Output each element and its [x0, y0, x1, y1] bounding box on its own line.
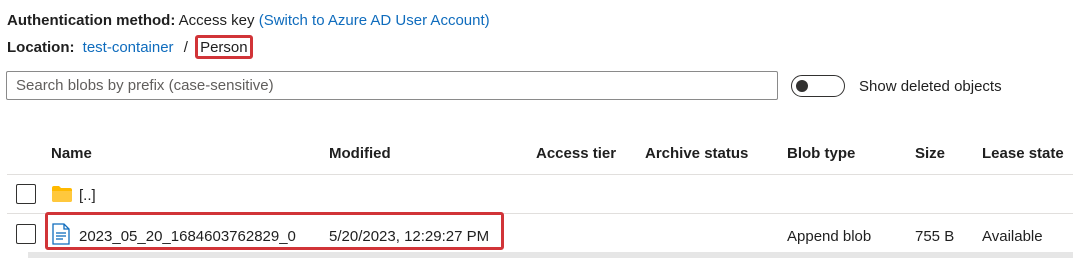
folder-icon	[52, 186, 72, 202]
search-blobs-input[interactable]	[6, 71, 778, 100]
column-header-name[interactable]: Name	[51, 145, 92, 162]
breadcrumb: Location: test-container / Person	[7, 35, 253, 59]
blob-type: Append blob	[787, 228, 872, 245]
breadcrumb-container-link[interactable]: test-container	[83, 39, 174, 56]
breadcrumb-current-folder: Person	[195, 35, 253, 59]
toggle-knob	[796, 80, 808, 92]
location-label: Location:	[7, 39, 75, 56]
row-divider	[7, 213, 1073, 214]
auth-method-line: Authentication method: Access key (Switc…	[7, 12, 490, 29]
column-header-size[interactable]: Size	[915, 145, 945, 162]
parent-folder-link[interactable]: [..]	[79, 187, 96, 204]
auth-method-value: Access key	[178, 12, 255, 29]
row-checkbox-parent[interactable]	[16, 184, 36, 204]
breadcrumb-separator: /	[183, 39, 188, 56]
row-checkbox-blob[interactable]	[16, 224, 36, 244]
column-header-blob-type[interactable]: Blob type	[787, 145, 855, 162]
header-divider	[7, 174, 1073, 175]
switch-auth-link[interactable]: (Switch to Azure AD User Account)	[259, 12, 490, 29]
document-icon	[52, 223, 70, 245]
horizontal-scrollbar[interactable]	[28, 252, 1073, 258]
blob-lease-state: Available	[982, 228, 1043, 245]
show-deleted-label: Show deleted objects	[859, 78, 1002, 95]
column-header-modified[interactable]: Modified	[329, 145, 391, 162]
auth-method-label: Authentication method:	[7, 12, 176, 29]
column-header-archive-status[interactable]: Archive status	[645, 145, 748, 162]
show-deleted-toggle[interactable]	[791, 75, 845, 97]
blob-size: 755 B	[915, 228, 955, 245]
column-header-lease-state[interactable]: Lease state	[982, 145, 1064, 162]
blob-modified: 5/20/2023, 12:29:27 PM	[329, 228, 490, 245]
column-header-access-tier[interactable]: Access tier	[536, 145, 616, 162]
blob-name-link[interactable]: 2023_05_20_1684603762829_0	[79, 228, 296, 245]
